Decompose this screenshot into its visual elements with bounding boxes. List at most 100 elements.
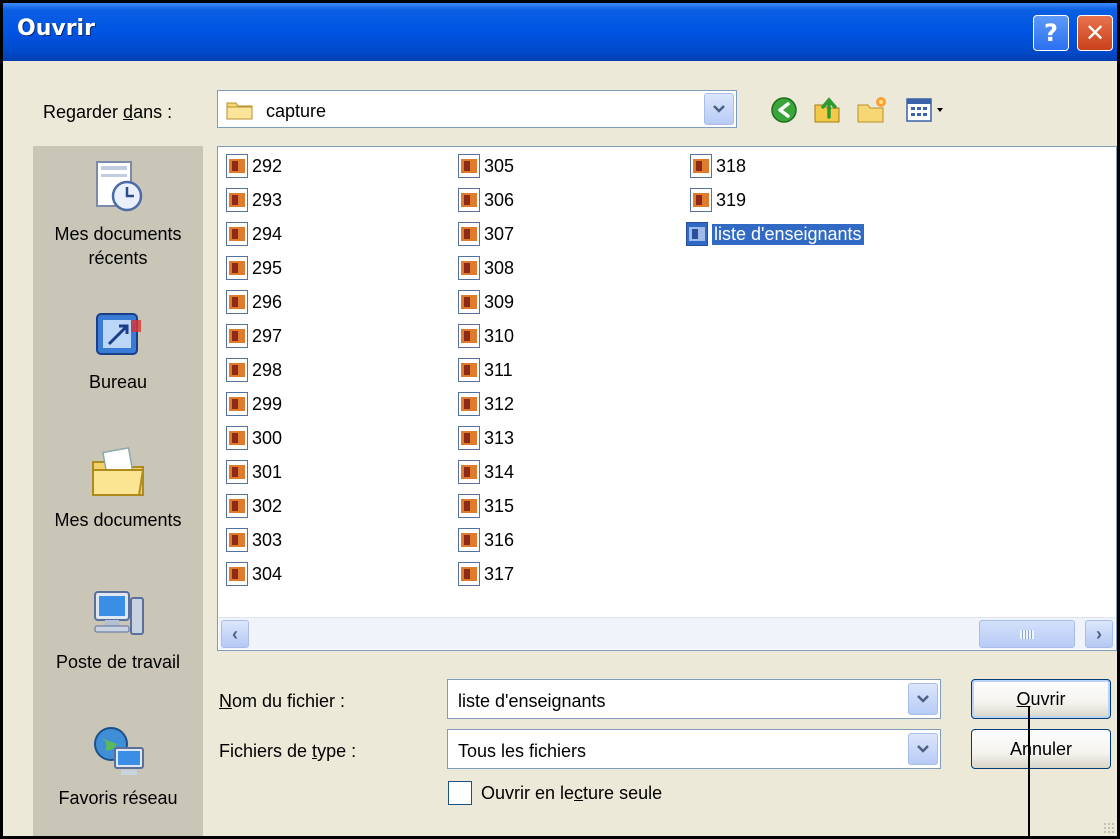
file-item[interactable]: 297 <box>226 321 282 351</box>
filetype-combobox[interactable]: Tous les fichiers <box>447 729 941 769</box>
lookin-combobox[interactable]: capture <box>217 90 737 128</box>
place-label: Mes documents <box>54 510 182 530</box>
image-file-icon <box>226 358 248 382</box>
file-item[interactable]: 316 <box>458 525 514 555</box>
file-item[interactable]: 319 <box>690 185 746 215</box>
chevron-left-icon: ‹ <box>232 624 238 644</box>
readonly-label: Ouvrir en lecture seule <box>481 783 663 803</box>
new-folder-button[interactable] <box>855 93 889 127</box>
file-item[interactable]: 303 <box>226 525 282 555</box>
scroll-thumb[interactable] <box>979 620 1075 648</box>
image-file-icon <box>458 222 480 246</box>
image-file-icon <box>458 188 480 212</box>
file-list[interactable]: 292 293 294 295 296 297 298 299 300 301 … <box>217 146 1117 651</box>
close-icon: ✕ <box>1084 19 1106 47</box>
my-computer-icon <box>94 591 144 635</box>
image-file-icon <box>458 358 480 382</box>
image-file-icon <box>458 256 480 280</box>
place-my-documents[interactable]: Mes documents <box>33 442 203 532</box>
image-file-icon <box>690 188 712 212</box>
file-item[interactable]: 308 <box>458 253 514 283</box>
file-item[interactable]: 315 <box>458 491 514 521</box>
file-item[interactable]: 293 <box>226 185 282 215</box>
lookin-dropdown-button[interactable] <box>704 93 734 125</box>
file-item[interactable]: 307 <box>458 219 514 249</box>
image-file-icon <box>226 324 248 348</box>
image-file-icon <box>226 154 248 178</box>
place-recent-documents[interactable]: Mes documents récents <box>33 156 203 270</box>
chevron-down-icon <box>713 105 725 113</box>
file-item[interactable]: 302 <box>226 491 282 521</box>
image-file-icon <box>226 528 248 552</box>
image-file-icon <box>458 154 480 178</box>
file-item[interactable]: 300 <box>226 423 282 453</box>
file-item[interactable]: 292 <box>226 151 282 181</box>
file-item[interactable]: 296 <box>226 287 282 317</box>
image-file-icon <box>458 324 480 348</box>
up-folder-icon <box>814 97 840 123</box>
filename-combobox[interactable]: liste d'enseignants <box>447 679 941 719</box>
help-button[interactable]: ? <box>1033 15 1069 51</box>
document-file-icon <box>686 222 708 246</box>
file-item[interactable]: 313 <box>458 423 514 453</box>
back-icon <box>771 97 797 123</box>
image-file-icon <box>226 222 248 246</box>
recent-documents-icon <box>96 161 143 212</box>
file-item[interactable]: 298 <box>226 355 282 385</box>
place-label: Mes documents récents <box>54 224 182 268</box>
view-menu-button[interactable] <box>903 93 955 127</box>
file-item[interactable]: 299 <box>226 389 282 419</box>
filetype-dropdown-button[interactable] <box>908 733 938 765</box>
scroll-right-button[interactable]: › <box>1085 620 1113 648</box>
image-file-icon <box>226 494 248 518</box>
file-item[interactable]: 295 <box>226 253 282 283</box>
back-button[interactable] <box>767 93 801 127</box>
scroll-left-button[interactable]: ‹ <box>221 620 249 648</box>
title-bar[interactable]: Ouvrir ? ✕ <box>3 3 1117 61</box>
chevron-down-icon <box>917 695 929 703</box>
file-item[interactable]: 314 <box>458 457 514 487</box>
new-folder-icon <box>857 97 886 123</box>
file-item[interactable]: 306 <box>458 185 514 215</box>
file-item[interactable]: 309 <box>458 287 514 317</box>
window-title: Ouvrir <box>17 16 95 41</box>
file-item[interactable]: 318 <box>690 151 746 181</box>
place-desktop[interactable]: Bureau <box>33 304 203 394</box>
file-item-selected[interactable]: liste d'enseignants <box>686 219 864 249</box>
file-item[interactable]: 305 <box>458 151 514 181</box>
lookin-value: capture <box>266 101 327 121</box>
image-file-icon <box>226 188 248 212</box>
place-my-computer[interactable]: Poste de travail <box>33 584 203 674</box>
file-item[interactable]: 311 <box>458 355 513 385</box>
places-bar: Mes documents récents Bureau Mes documen… <box>33 146 203 836</box>
filename-value: liste d'enseignants <box>458 691 606 711</box>
resize-grip[interactable] <box>1103 822 1115 834</box>
image-file-icon <box>690 154 712 178</box>
open-button[interactable]: Ouvrir <box>971 679 1111 719</box>
file-item[interactable]: 301 <box>226 457 282 487</box>
file-item[interactable]: 317 <box>458 559 514 589</box>
chevron-right-icon: › <box>1096 624 1102 644</box>
file-item[interactable]: 304 <box>226 559 282 589</box>
file-item[interactable]: 312 <box>458 389 514 419</box>
cancel-button[interactable]: Annuler <box>971 729 1111 769</box>
close-button[interactable]: ✕ <box>1077 15 1113 51</box>
network-places-icon <box>94 727 144 775</box>
filename-dropdown-button[interactable] <box>908 683 938 715</box>
filetype-value: Tous les fichiers <box>458 741 587 761</box>
image-file-icon <box>458 562 480 586</box>
lookin-label: Regarder dans : <box>43 102 173 122</box>
image-file-icon <box>458 392 480 416</box>
image-file-icon <box>458 290 480 314</box>
file-item[interactable]: 310 <box>458 321 514 351</box>
image-file-icon <box>458 528 480 552</box>
image-file-icon <box>226 562 248 586</box>
place-network[interactable]: Favoris réseau <box>33 720 203 810</box>
readonly-checkbox[interactable] <box>448 781 472 805</box>
up-folder-button[interactable] <box>811 93 845 127</box>
horizontal-scrollbar[interactable]: ‹ › <box>219 617 1115 649</box>
open-dialog: Ouvrir ? ✕ Regarder dans : capture Mes d… <box>0 0 1120 839</box>
my-documents-icon <box>92 447 145 496</box>
image-file-icon <box>226 290 248 314</box>
file-item[interactable]: 294 <box>226 219 282 249</box>
